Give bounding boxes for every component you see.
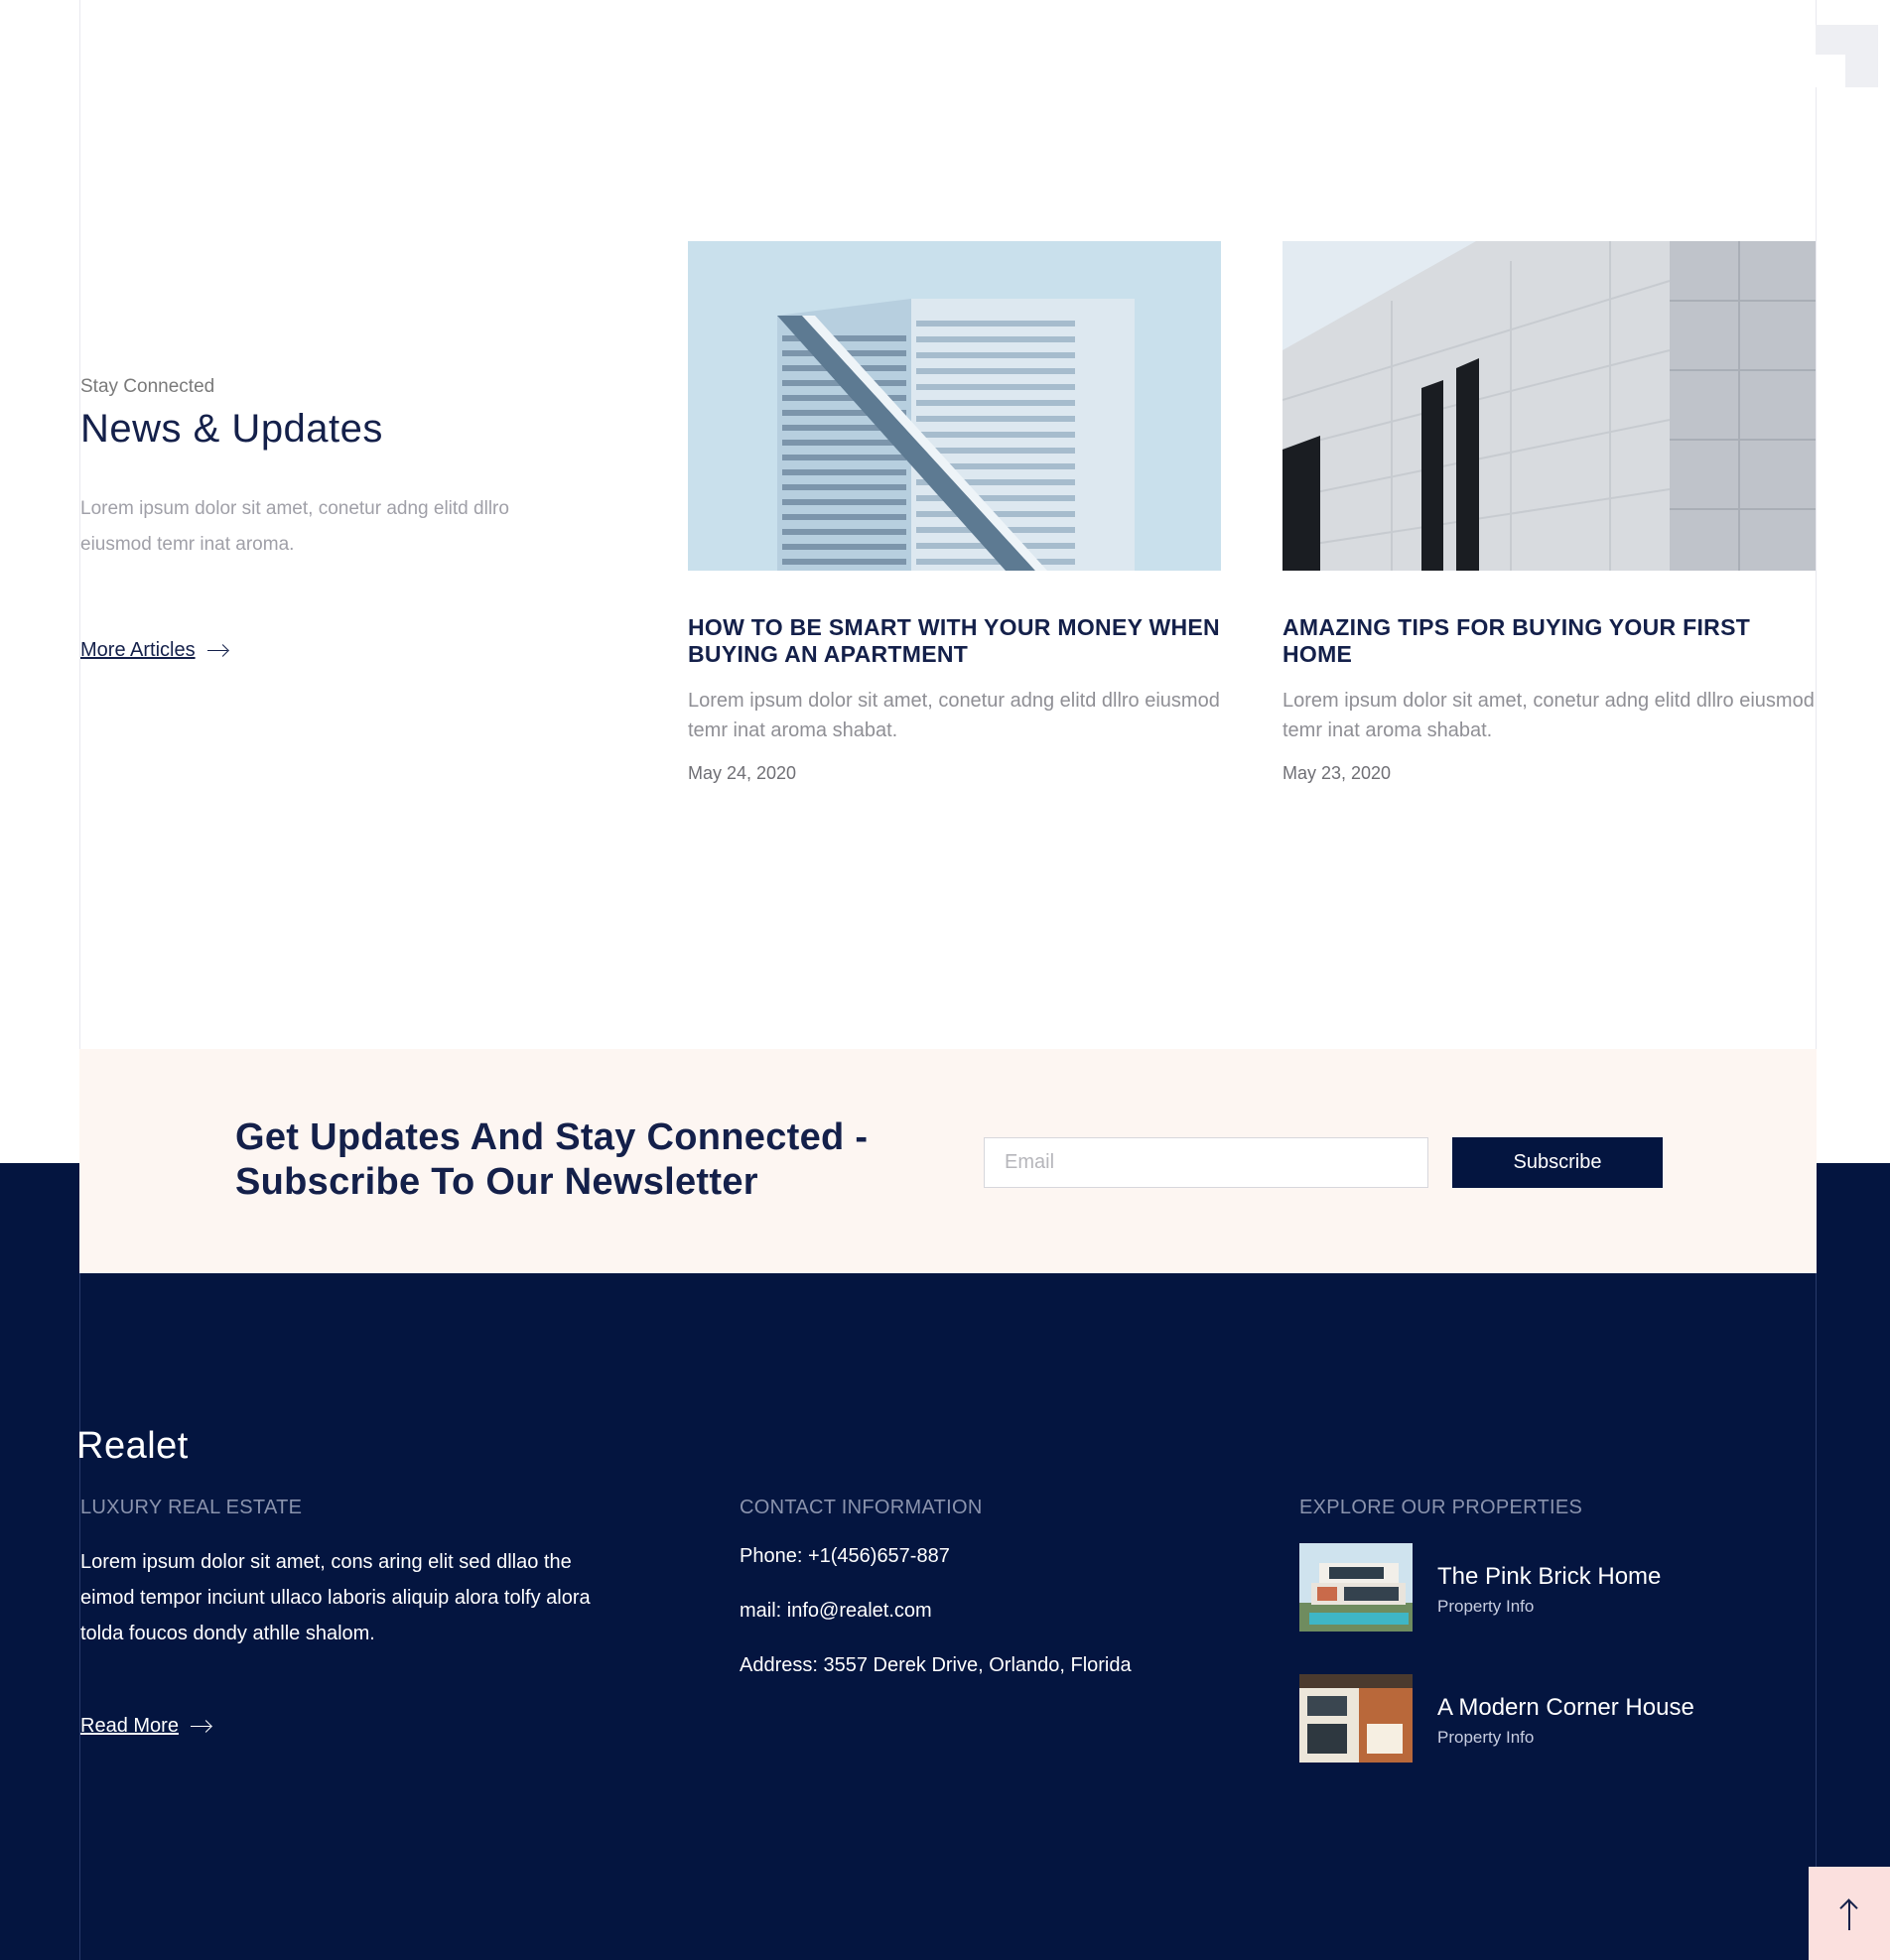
- read-more-link[interactable]: Read More: [80, 1715, 212, 1738]
- newsletter-section: Get Updates And Stay Connected - Subscri…: [79, 1049, 1817, 1273]
- article-date: May 23, 2020: [1282, 763, 1392, 783]
- read-more-label: Read More: [80, 1715, 179, 1737]
- news-description: Lorem ipsum dolor sit amet, conetur adng…: [80, 498, 509, 555]
- modern-villa-pool-image[interactable]: [1299, 1543, 1413, 1632]
- contact-address: Address: 3557 Derek Drive, Orlando, Flor…: [740, 1654, 1132, 1676]
- properties-heading: EXPLORE OUR PROPERTIES: [1299, 1497, 1583, 1518]
- newsletter-title: Get Updates And Stay Connected - Subscri…: [235, 1116, 869, 1203]
- article-title[interactable]: HOW TO BE SMART WITH YOUR MONEY WHEN BUY…: [688, 614, 1221, 668]
- property-item[interactable]: A Modern Corner House Property Info: [1299, 1674, 1694, 1763]
- article-title[interactable]: AMAZING TIPS FOR BUYING YOUR FIRST HOME: [1282, 614, 1816, 668]
- arrow-right-icon: [190, 1720, 212, 1734]
- corner-decoration: [1816, 25, 1878, 87]
- article-date: May 24, 2020: [688, 763, 797, 783]
- footer-brand-logo[interactable]: Realet: [76, 1425, 189, 1468]
- scroll-to-top-button[interactable]: [1809, 1867, 1890, 1960]
- arrow-up-icon: [1848, 1900, 1850, 1930]
- article-excerpt: Lorem ipsum dolor sit amet, conetur adng…: [1282, 690, 1815, 741]
- frame-line-left: [79, 0, 80, 1166]
- more-articles-link[interactable]: More Articles: [80, 639, 229, 662]
- property-name[interactable]: A Modern Corner House: [1437, 1694, 1694, 1722]
- glass-skyscraper-image[interactable]: [688, 241, 1221, 571]
- stone-building-image[interactable]: [1282, 241, 1816, 571]
- property-item[interactable]: The Pink Brick Home Property Info: [1299, 1543, 1661, 1632]
- news-title: News & Updates: [80, 407, 383, 451]
- article-card[interactable]: AMAZING TIPS FOR BUYING YOUR FIRST HOME …: [1282, 241, 1816, 784]
- article-card[interactable]: HOW TO BE SMART WITH YOUR MONEY WHEN BUY…: [688, 241, 1221, 784]
- news-eyebrow: Stay Connected: [80, 376, 215, 397]
- more-articles-label: More Articles: [80, 639, 196, 661]
- arrow-right-icon: [206, 644, 229, 658]
- contact-phone[interactable]: Phone: +1(456)657-887: [740, 1545, 950, 1568]
- contact-mail[interactable]: mail: info@realet.com: [740, 1600, 932, 1623]
- property-info-link[interactable]: Property Info: [1437, 1597, 1661, 1617]
- about-text: Lorem ipsum dolor sit amet, cons aring e…: [80, 1551, 591, 1644]
- frame-line-right: [1816, 0, 1817, 1166]
- property-info-link[interactable]: Property Info: [1437, 1728, 1694, 1748]
- footer-frame-line-right: [1816, 1273, 1817, 1960]
- contact-heading: CONTACT INFORMATION: [740, 1497, 983, 1518]
- about-heading: LUXURY REAL ESTATE: [80, 1497, 303, 1518]
- wood-corner-house-image[interactable]: [1299, 1674, 1413, 1763]
- property-name[interactable]: The Pink Brick Home: [1437, 1563, 1661, 1591]
- subscribe-button[interactable]: Subscribe: [1452, 1137, 1663, 1188]
- email-input[interactable]: [984, 1137, 1428, 1188]
- article-excerpt: Lorem ipsum dolor sit amet, conetur adng…: [688, 690, 1220, 741]
